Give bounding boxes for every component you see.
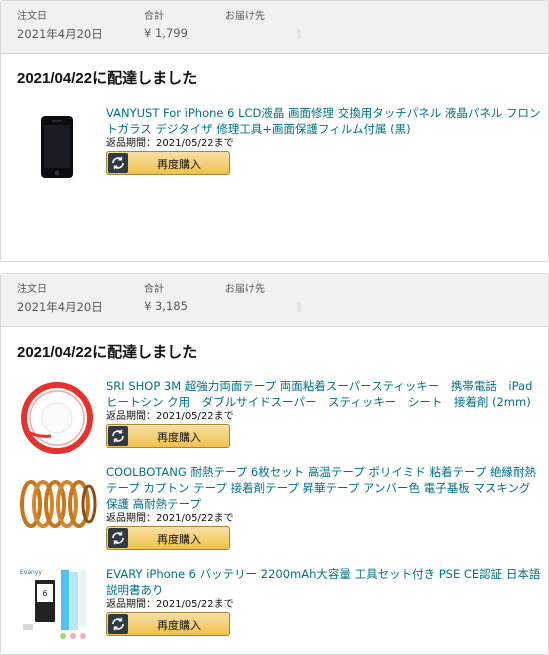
order-total-value: ¥ 1,799	[144, 26, 188, 40]
reorder-icon	[108, 614, 128, 634]
return-window: 返品期間：2021/05/22まで	[106, 599, 234, 610]
buy-again-label: 再度購入	[157, 431, 201, 444]
product-title-link[interactable]: COOLBOTANG 耐熱テープ 6枚セット 高温テープ ポリイミド 粘着テープ…	[106, 464, 542, 512]
order-date-value: 2021年4月20日	[17, 27, 103, 41]
order-card: 注文日 2021年4月20日 合計 ¥ 1,799 お届け先 2021/04/2…	[0, 0, 549, 262]
product-image[interactable]	[17, 105, 97, 185]
order-header: 注文日 2021年4月20日 合計 ¥ 3,185 お届け先	[1, 274, 548, 327]
order-header: 注文日 2021年4月20日 合計 ¥ 1,799 お届け先	[1, 1, 548, 54]
reorder-icon	[108, 426, 128, 446]
buy-again-button[interactable]: 再度購入	[106, 151, 230, 175]
ship-to-name-redacted[interactable]	[297, 28, 301, 39]
ship-to-name-redacted[interactable]	[297, 301, 301, 312]
order-total-value: ¥ 3,185	[144, 299, 188, 313]
buy-again-button[interactable]: 再度購入	[106, 526, 230, 550]
order-ship-to: お届け先	[225, 11, 301, 40]
product-image[interactable]: Evanyy 6	[17, 566, 97, 646]
reorder-icon	[108, 153, 128, 173]
order-date-label: 注文日	[17, 11, 47, 22]
return-window: 返品期間：2021/05/22まで	[106, 411, 234, 422]
order-total: 合計 ¥ 1,799	[144, 11, 188, 40]
return-window: 返品期間：2021/05/22まで	[106, 138, 234, 149]
order-card: 注文日 2021年4月20日 合計 ¥ 3,185 お届け先 2021/04/2…	[0, 273, 549, 655]
buy-again-label: 再度購入	[157, 619, 201, 632]
buy-again-button[interactable]: 再度購入	[106, 612, 230, 636]
product-title-link[interactable]: VANYUST For iPhone 6 LCD液晶 画面修理 交換用タッチパネ…	[106, 105, 542, 137]
order-date-label: 注文日	[17, 284, 47, 295]
order-ship-label: お届け先	[225, 284, 265, 295]
return-window: 返品期間：2021/05/22まで	[106, 513, 234, 524]
product-title-link[interactable]: EVARY iPhone 6 バッテリー 2200mAh大容量 工具セット付き …	[106, 566, 542, 598]
buy-again-label: 再度購入	[157, 533, 201, 546]
delivery-status: 2021/04/22に配達しました	[17, 344, 198, 361]
order-total: 合計 ¥ 3,185	[144, 284, 188, 313]
brand-logo-text: Evanyy	[20, 569, 42, 576]
product-image[interactable]	[17, 378, 97, 458]
order-date: 注文日 2021年4月20日	[17, 284, 103, 315]
order-date-value: 2021年4月20日	[17, 300, 103, 314]
product-image[interactable]	[17, 464, 97, 544]
reorder-icon	[108, 528, 128, 548]
buy-again-label: 再度購入	[157, 158, 201, 171]
order-date: 注文日 2021年4月20日	[17, 11, 103, 42]
order-ship-label: お届け先	[225, 11, 265, 22]
buy-again-button[interactable]: 再度購入	[106, 424, 230, 448]
order-ship-to: お届け先	[225, 284, 301, 313]
delivery-status: 2021/04/22に配達しました	[17, 70, 198, 87]
order-total-label: 合計	[144, 11, 164, 22]
svg-text:6: 6	[42, 589, 47, 598]
order-total-label: 合計	[144, 284, 164, 295]
product-title-link[interactable]: SRI SHOP 3M 超強力両面テープ 両面粘着スーパースティッキー 携帯電話…	[106, 378, 542, 410]
